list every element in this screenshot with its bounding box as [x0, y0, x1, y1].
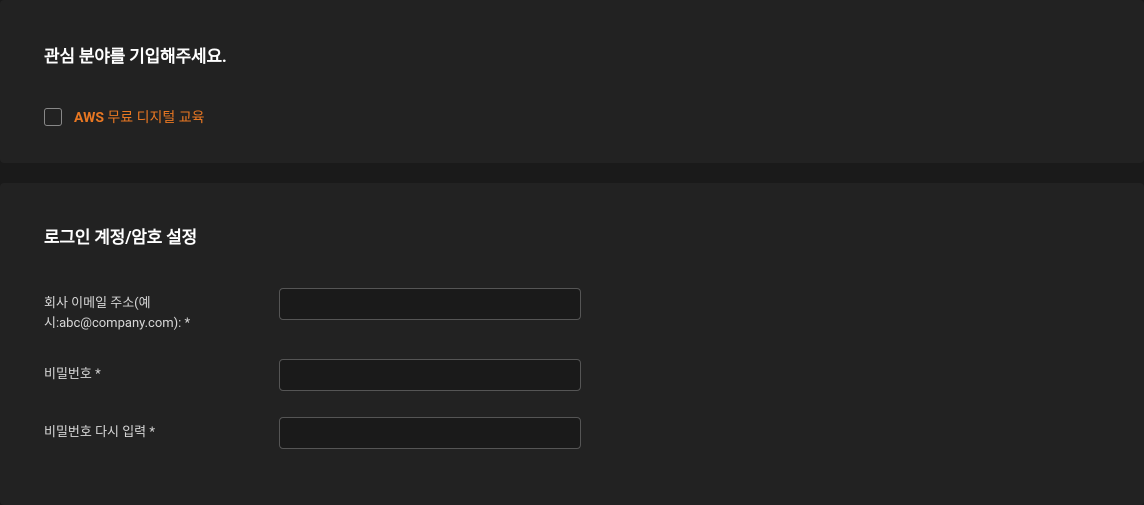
form-row-password-confirm: 비밀번호 다시 입력 *	[44, 417, 1100, 449]
aws-training-checkbox[interactable]	[44, 108, 62, 126]
aws-training-label[interactable]: AWS 무료 디지털 교육	[74, 107, 205, 127]
aws-training-label-bold: AWS	[74, 110, 104, 126]
interests-title: 관심 분야를 기입해주세요.	[44, 42, 1100, 67]
form-row-password: 비밀번호 *	[44, 359, 1100, 391]
interests-section: 관심 분야를 기입해주세요. AWS 무료 디지털 교육	[0, 0, 1144, 163]
password-confirm-label: 비밀번호 다시 입력 *	[44, 417, 279, 443]
email-input[interactable]	[279, 288, 581, 320]
form-row-email: 회사 이메일 주소(예시:abc@company.com): *	[44, 288, 1100, 333]
login-section: 로그인 계정/암호 설정 회사 이메일 주소(예시:abc@company.co…	[0, 183, 1144, 505]
login-title: 로그인 계정/암호 설정	[44, 223, 1100, 248]
aws-training-label-rest: 무료 디지털 교육	[104, 110, 205, 126]
email-label: 회사 이메일 주소(예시:abc@company.com): *	[44, 288, 279, 333]
password-confirm-input[interactable]	[279, 417, 581, 449]
password-input[interactable]	[279, 359, 581, 391]
password-label: 비밀번호 *	[44, 359, 279, 385]
checkbox-row-aws-training: AWS 무료 디지털 교육	[44, 107, 1100, 127]
